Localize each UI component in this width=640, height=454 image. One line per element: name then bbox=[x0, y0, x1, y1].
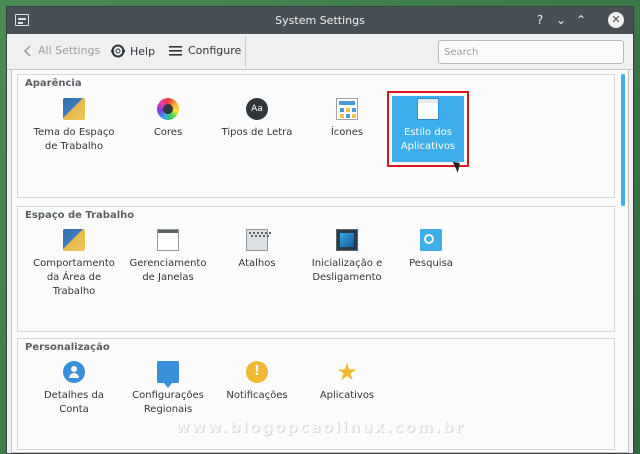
item-icons[interactable]: Ícones bbox=[304, 98, 390, 140]
item-regional-settings[interactable]: Configurações Regionais bbox=[122, 361, 214, 417]
watermark: www.blogopcaolinux.com.br bbox=[175, 418, 465, 436]
item-notifications[interactable]: ! Notificações bbox=[214, 361, 300, 403]
item-label: Pesquisa bbox=[409, 258, 453, 269]
section-appearance: Aparência Tema do Espaço de Trabalho Cor… bbox=[17, 74, 615, 198]
item-label: Atalhos bbox=[238, 258, 276, 269]
help-lifebuoy-icon bbox=[111, 44, 125, 58]
help-label: Help bbox=[130, 44, 156, 58]
settings-grid: Aparência Tema do Espaço de Trabalho Cor… bbox=[11, 69, 629, 453]
all-settings-label: All Settings bbox=[38, 44, 101, 57]
item-workspace-theme[interactable]: Tema do Espaço de Trabalho bbox=[31, 98, 117, 154]
maximize-button[interactable]: ⌃ bbox=[573, 12, 589, 28]
item-label: Configurações Regionais bbox=[132, 390, 204, 415]
toolbar: All Settings Help Configure bbox=[7, 34, 633, 70]
item-applications[interactable]: ★ Aplicativos bbox=[304, 358, 390, 403]
item-label: Comportamento da Área de Trabalho bbox=[33, 258, 115, 297]
startup-shutdown-icon bbox=[336, 229, 358, 251]
desktop-behavior-icon bbox=[63, 229, 85, 251]
item-shortcuts[interactable]: Atalhos bbox=[214, 229, 300, 271]
configure-label: Configure bbox=[188, 44, 242, 57]
item-startup-shutdown[interactable]: Inicialização e Desligamento bbox=[304, 229, 390, 285]
workspace-theme-icon bbox=[63, 98, 85, 120]
all-settings-button[interactable]: All Settings bbox=[23, 44, 100, 57]
item-label: Notificações bbox=[226, 390, 288, 401]
item-desktop-behavior[interactable]: Comportamento da Área de Trabalho bbox=[31, 229, 117, 299]
title-bar[interactable]: System Settings ? ⌄ ⌃ ✕ bbox=[7, 7, 633, 34]
item-label: Ícones bbox=[330, 127, 364, 138]
regional-settings-icon bbox=[157, 361, 179, 388]
account-details-icon bbox=[63, 361, 85, 383]
item-account-details[interactable]: Detalhes da Conta bbox=[31, 361, 117, 417]
item-label: Inicialização e Desligamento bbox=[311, 258, 383, 283]
section-title: Espaço de Trabalho bbox=[25, 210, 135, 221]
icons-icon bbox=[336, 98, 358, 120]
item-label: Tema do Espaço de Trabalho bbox=[33, 127, 115, 152]
item-fonts[interactable]: Aa Tipos de Letra bbox=[214, 98, 300, 140]
help-title-button[interactable]: ? bbox=[532, 12, 548, 28]
window-management-icon bbox=[157, 229, 179, 251]
search-input[interactable] bbox=[438, 40, 624, 64]
item-colors[interactable]: Cores bbox=[125, 98, 211, 140]
highlight-box bbox=[387, 91, 469, 167]
notifications-icon: ! bbox=[246, 361, 268, 383]
system-settings-window: System Settings ? ⌄ ⌃ ✕ All Settings Hel… bbox=[6, 6, 634, 454]
keyboard-shortcuts-icon bbox=[246, 229, 268, 251]
help-button[interactable]: Help bbox=[111, 44, 155, 58]
scrollbar-thumb[interactable] bbox=[621, 74, 625, 206]
item-label: Aplicativos bbox=[319, 390, 375, 401]
colors-icon bbox=[157, 98, 179, 120]
search-icon bbox=[420, 229, 442, 251]
item-label: Detalhes da Conta bbox=[43, 390, 105, 415]
toolbar-divider bbox=[245, 36, 246, 66]
item-search[interactable]: Pesquisa bbox=[388, 229, 474, 271]
close-button[interactable]: ✕ bbox=[608, 12, 624, 28]
section-workspace: Espaço de Trabalho Comportamento da Área… bbox=[17, 206, 615, 332]
item-label: Gerenciamento de Janelas bbox=[129, 258, 207, 283]
item-window-management[interactable]: Gerenciamento de Janelas bbox=[122, 229, 214, 285]
item-label: Cores bbox=[153, 127, 183, 138]
configure-button[interactable]: Configure bbox=[169, 44, 241, 57]
section-title: Personalização bbox=[25, 342, 110, 353]
section-title: Aparência bbox=[25, 78, 82, 89]
fonts-icon: Aa bbox=[246, 98, 268, 120]
minimize-button[interactable]: ⌄ bbox=[553, 12, 569, 28]
back-arrow-icon bbox=[23, 44, 31, 57]
item-label: Tipos de Letra bbox=[221, 127, 293, 138]
applications-star-icon: ★ bbox=[336, 358, 358, 386]
hamburger-menu-icon bbox=[169, 45, 182, 56]
